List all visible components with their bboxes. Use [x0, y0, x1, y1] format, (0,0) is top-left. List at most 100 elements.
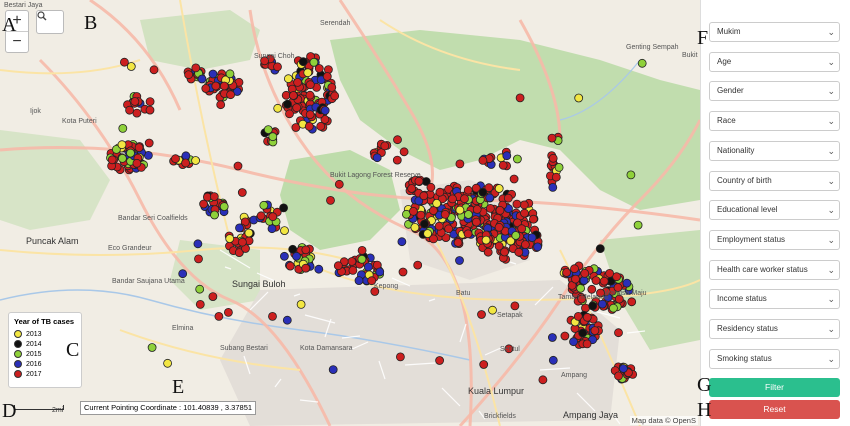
case-point[interactable]	[455, 205, 465, 215]
case-point[interactable]	[305, 80, 315, 90]
map-canvas[interactable]	[0, 0, 700, 426]
case-point[interactable]	[619, 364, 628, 373]
case-point[interactable]	[134, 143, 144, 153]
case-point[interactable]	[292, 103, 302, 113]
case-point[interactable]	[416, 210, 426, 220]
case-point[interactable]	[512, 199, 522, 209]
case-point[interactable]	[498, 160, 508, 170]
case-point[interactable]	[574, 93, 584, 103]
case-point[interactable]	[283, 74, 293, 84]
case-point[interactable]	[548, 182, 558, 192]
case-point[interactable]	[334, 179, 344, 189]
case-point[interactable]	[432, 198, 442, 208]
case-point[interactable]	[494, 222, 504, 232]
filter-button[interactable]: Filter	[709, 378, 840, 397]
case-point[interactable]	[440, 209, 450, 219]
case-point[interactable]	[259, 200, 269, 210]
case-point[interactable]	[181, 151, 191, 161]
case-point[interactable]	[500, 247, 509, 257]
case-point[interactable]	[410, 222, 420, 232]
case-point[interactable]	[197, 74, 207, 84]
case-point[interactable]	[580, 268, 590, 278]
case-point[interactable]	[399, 147, 409, 157]
case-point[interactable]	[519, 200, 529, 210]
case-point[interactable]	[485, 203, 495, 213]
case-point[interactable]	[633, 220, 643, 230]
reset-button[interactable]: Reset	[709, 400, 840, 419]
case-point[interactable]	[292, 251, 301, 261]
case-point[interactable]	[533, 242, 542, 252]
case-point[interactable]	[316, 121, 326, 131]
case-point[interactable]	[210, 210, 219, 220]
case-point[interactable]	[256, 211, 266, 221]
case-point[interactable]	[357, 254, 367, 264]
case-point[interactable]	[509, 174, 519, 184]
case-point[interactable]	[268, 132, 278, 142]
case-point[interactable]	[117, 140, 127, 150]
case-point[interactable]	[304, 122, 314, 131]
case-point[interactable]	[453, 238, 463, 247]
case-point[interactable]	[614, 328, 623, 338]
case-point[interactable]	[626, 170, 636, 180]
case-point[interactable]	[529, 214, 538, 224]
case-point[interactable]	[582, 339, 592, 349]
filter-select[interactable]: Country of birth ⌄	[709, 170, 840, 191]
case-point[interactable]	[301, 263, 311, 273]
case-point[interactable]	[511, 231, 521, 240]
case-point[interactable]	[293, 78, 303, 87]
case-point[interactable]	[478, 155, 488, 165]
case-point[interactable]	[408, 206, 418, 216]
case-point[interactable]	[268, 212, 278, 222]
case-point[interactable]	[551, 172, 561, 182]
case-point[interactable]	[118, 153, 127, 163]
case-point[interactable]	[494, 184, 504, 193]
case-point[interactable]	[305, 110, 315, 119]
case-point[interactable]	[488, 305, 497, 315]
case-point[interactable]	[333, 261, 343, 271]
case-point[interactable]	[283, 99, 292, 109]
case-point[interactable]	[314, 264, 324, 274]
case-point[interactable]	[471, 217, 481, 227]
case-point[interactable]	[132, 158, 142, 168]
case-point[interactable]	[428, 206, 438, 216]
case-point[interactable]	[285, 261, 295, 271]
filter-select[interactable]: Income status ⌄	[709, 289, 840, 310]
case-point[interactable]	[209, 192, 219, 202]
case-point[interactable]	[448, 194, 457, 204]
case-point[interactable]	[588, 301, 598, 311]
case-point[interactable]	[288, 91, 298, 100]
filter-select[interactable]: Mukim ⌄	[709, 22, 840, 42]
case-point[interactable]	[314, 64, 324, 73]
case-point[interactable]	[219, 202, 229, 212]
case-point[interactable]	[514, 247, 524, 257]
case-point[interactable]	[125, 105, 135, 115]
case-point[interactable]	[538, 375, 548, 385]
filter-select[interactable]: Residency status ⌄	[709, 319, 840, 339]
case-point[interactable]	[263, 125, 273, 135]
case-point[interactable]	[320, 106, 330, 115]
filter-select[interactable]: Nationality ⌄	[709, 140, 840, 161]
case-point[interactable]	[571, 274, 580, 284]
map-attribution[interactable]: Map data © OpenS	[629, 416, 698, 425]
case-point[interactable]	[298, 57, 308, 67]
case-point[interactable]	[282, 315, 292, 325]
case-point[interactable]	[375, 267, 385, 277]
case-point[interactable]	[147, 343, 157, 352]
case-point[interactable]	[481, 235, 491, 245]
case-point[interactable]	[130, 97, 140, 106]
case-point[interactable]	[132, 108, 142, 118]
case-point[interactable]	[605, 268, 614, 278]
case-point[interactable]	[208, 292, 218, 302]
case-point[interactable]	[211, 81, 221, 91]
case-point[interactable]	[455, 159, 465, 169]
case-point[interactable]	[237, 237, 247, 247]
case-point[interactable]	[216, 100, 226, 110]
case-point[interactable]	[595, 244, 605, 254]
case-point[interactable]	[273, 103, 283, 113]
case-point[interactable]	[485, 193, 495, 203]
case-point[interactable]	[599, 276, 609, 286]
filter-select[interactable]: Smoking status ⌄	[709, 348, 840, 369]
case-point[interactable]	[419, 191, 429, 201]
case-point[interactable]	[393, 135, 402, 145]
case-point[interactable]	[463, 185, 473, 195]
